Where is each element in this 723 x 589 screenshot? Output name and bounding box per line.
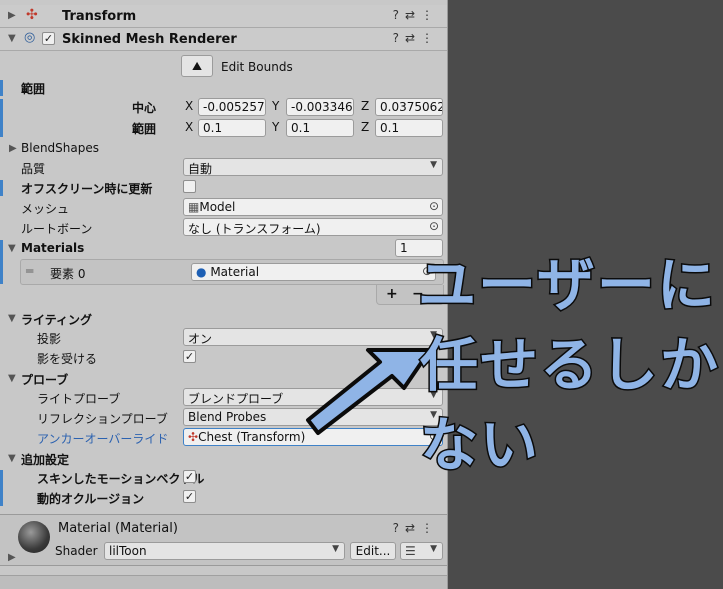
overlay-line-2: 任せるしか bbox=[418, 330, 721, 401]
annotation-arrow-shape bbox=[306, 348, 432, 435]
overlay-line-1: ユーザーに bbox=[417, 250, 717, 321]
overlay-line-3: ない bbox=[418, 410, 541, 481]
